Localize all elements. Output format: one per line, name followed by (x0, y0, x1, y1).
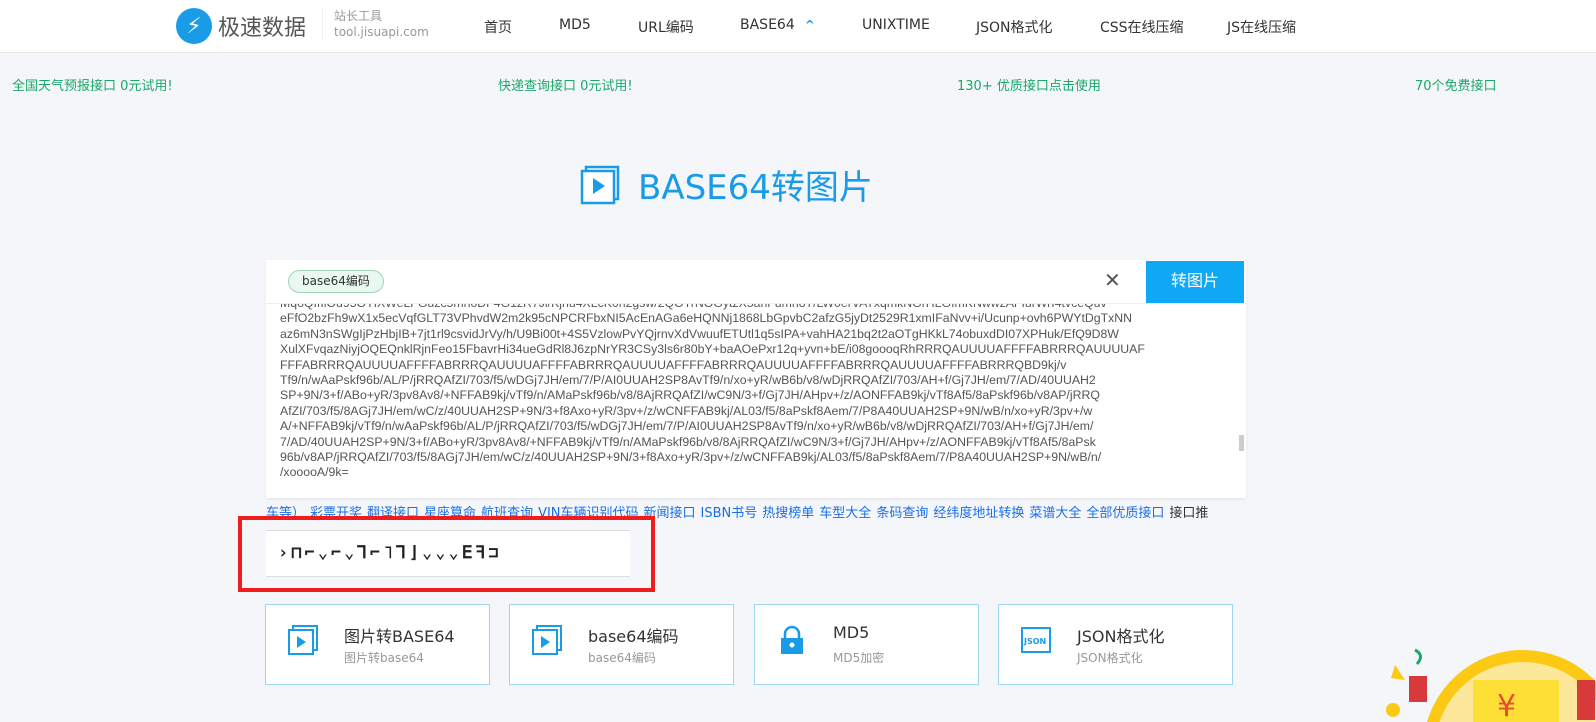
top-nav: ⚡ 极速数据 站长工具 tool.jisuapi.com 首页 MD5 URL编… (0, 0, 1596, 53)
card-desc: MD5加密 (833, 651, 885, 665)
input-line: Tf9/n/wAaPskf96b/AL/P/jRRQAfZI/703/f5/wD… (280, 373, 1096, 388)
card-desc: JSON格式化 (1077, 651, 1143, 665)
input-line: eFfO2bzFh9wX1x5ecVqfGLT73VPhvdW2m2k95cNP… (280, 311, 1133, 326)
promo-coin-decoration[interactable]: ¥ (1365, 640, 1596, 722)
input-line: MqoQIfIlOu95OTIXWeLFGuzc5mnoDF4G1zR7Jl/K… (280, 303, 1107, 310)
logo[interactable]: ⚡ 极速数据 (176, 8, 306, 44)
nav-home[interactable]: 首页 (484, 17, 512, 37)
api-link[interactable]: 菜谱大全 (1029, 506, 1081, 521)
lock-icon (777, 625, 807, 655)
base64-tag[interactable]: base64编码 (288, 270, 384, 293)
nav-js-compress[interactable]: JS在线压缩 (1227, 17, 1296, 37)
promo-free[interactable]: 70个免费接口 (1415, 75, 1497, 94)
close-icon[interactable]: ✕ (1104, 268, 1121, 292)
output-image: ›⊓⌐⌄⌐⌄ꓶ⌐˥ꓶ⌋⌄⌄⌄ⴹꟻ⊐ (266, 530, 630, 577)
nav-json-format[interactable]: JSON格式化 (976, 17, 1053, 37)
card-desc: base64编码 (588, 651, 656, 665)
logo-text: 极速数据 (218, 16, 307, 41)
card-title: JSON格式化 (1077, 627, 1165, 646)
api-link[interactable]: 热搜榜单 (762, 506, 814, 521)
svg-text:¥: ¥ (1497, 689, 1516, 722)
site-subtitle: 站长工具 tool.jisuapi.com (322, 8, 429, 40)
input-line: A/+NFFAB9kj/vTf9/n/wAaPskf96b/AL/P/jRRQA… (280, 419, 1094, 434)
input-line: XulXFvqazNiyjOQEQnklRjnFeo15FbavrHi34ueG… (280, 342, 1145, 357)
nav-base64-label: BASE64 (740, 17, 795, 33)
chevron-up-icon: ^ (804, 18, 815, 32)
page-title: BASE64转图片 (580, 160, 873, 209)
promo-apis[interactable]: 130+ 优质接口点击使用 (957, 75, 1101, 94)
promo-weather[interactable]: 全国天气预报接口 0元试用! (12, 75, 173, 94)
card-base64-encode[interactable]: base64编码 base64编码 (509, 604, 734, 685)
nav-url-encode[interactable]: URL编码 (638, 17, 694, 37)
svg-text:JSON: JSON (1023, 637, 1046, 646)
input-line: 96b/v8AP/jRRQAfZI/703/f5/8AGj7JH/em/wC/z… (280, 450, 1102, 465)
base64-input[interactable]: MqoQIfIlOu95OTIXWeLFGuzc5mnoDF4G1zR7Jl/K… (266, 303, 1246, 498)
nav-unixtime[interactable]: UNIXTIME (862, 17, 930, 33)
api-link[interactable]: 接口推 (1169, 506, 1208, 521)
nav-base64[interactable]: BASE64 ^ (740, 17, 815, 33)
input-line: /xooooA/9k= (280, 465, 349, 480)
api-link[interactable]: 条码查询 (876, 506, 928, 521)
converter-panel: base64编码 ✕ 转图片 MqoQIfIlOu95OTIXWeLFGuzc5… (266, 260, 1246, 498)
lightning-icon: ⚡ (176, 8, 212, 44)
convert-to-image-button[interactable]: 转图片 (1146, 261, 1244, 303)
api-link[interactable]: ISBN书号 (701, 506, 758, 521)
input-line: 7/AD/40UUAH2SP+9N/3+f/ABo+yR/3pv8Av8/+NF… (280, 434, 1096, 449)
input-line: AfZI/703/f5/8AGj7JH/em/wC/z/40UUAH2SP+9N… (280, 403, 1093, 418)
api-link[interactable]: 全部优质接口 (1086, 506, 1164, 521)
card-md5[interactable]: MD5 MD5加密 (754, 604, 979, 685)
card-json-format[interactable]: JSON JSON格式化 JSON格式化 (998, 604, 1233, 685)
nav-css-compress[interactable]: CSS在线压缩 (1100, 17, 1184, 37)
card-title: MD5 (833, 623, 870, 642)
page-title-text: BASE64转图片 (638, 168, 873, 208)
card-title: 图片转BASE64 (344, 627, 455, 646)
card-image-to-base64[interactable]: 图片转BASE64 图片转base64 (265, 604, 490, 685)
api-link[interactable]: 车型大全 (819, 506, 871, 521)
input-line: SP+9N/3+f/ABo+yR/3pv8Av8/+NFFAB9kj/vTf9/… (280, 388, 1100, 403)
scrollbar[interactable] (1239, 435, 1244, 451)
sub-url: tool.jisuapi.com (334, 25, 429, 39)
input-line: FFFABRRRQAUUUUAFFFFABRRRQAUUUUAFFFFABRRR… (280, 357, 1067, 372)
sub-title: 站长工具 (334, 9, 383, 23)
card-title: base64编码 (588, 627, 679, 646)
image-video-icon (580, 165, 620, 204)
json-icon: JSON (1021, 625, 1051, 655)
input-line: az6mN3nSWgIjPzHbjIB+7jt1rl9csvidJrVy/h/U… (280, 326, 1119, 341)
card-desc: 图片转base64 (344, 651, 424, 665)
nav-md5[interactable]: MD5 (559, 17, 591, 33)
image-video-icon (288, 625, 318, 655)
api-link[interactable]: 经纬度地址转换 (933, 506, 1024, 521)
image-video-icon (532, 625, 562, 655)
promo-express[interactable]: 快递查询接口 0元试用! (498, 75, 633, 94)
